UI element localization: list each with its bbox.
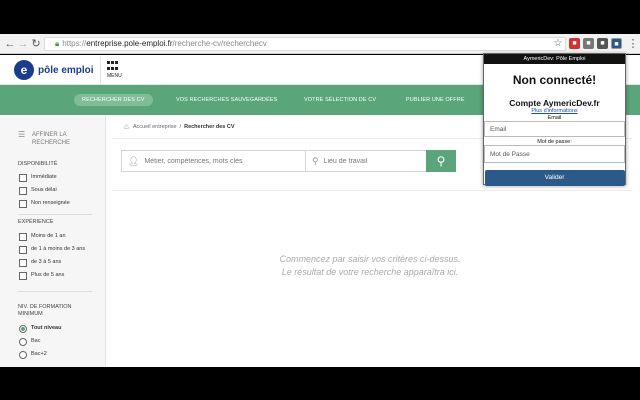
checkbox[interactable] <box>19 258 27 267</box>
section-formation: NIV. DE FORMATION MINIMUM <box>18 304 72 317</box>
checkbox[interactable] <box>19 199 27 208</box>
filter-sidebar: ☰ AFFINER LA RECHERCHE DISPONIBILITÉ Imm… <box>0 115 106 367</box>
search-form: 👤︎ ⚲ ⚲ <box>121 150 456 172</box>
nav-selection-cv[interactable]: VOTRE SÉLECTION DE CV <box>296 94 384 106</box>
extension-icon[interactable]: ■ <box>597 38 608 49</box>
url-scheme: https:// <box>62 39 87 48</box>
extension-icon-active[interactable]: ■ <box>611 38 622 49</box>
checkbox[interactable] <box>19 186 27 195</box>
checkbox[interactable] <box>19 173 27 182</box>
popup-title: AymericDev: Pôle Emploi <box>484 54 625 64</box>
radio-label: Bac <box>31 338 41 344</box>
email-field[interactable] <box>484 121 625 137</box>
filter-checkbox[interactable]: Immédiate <box>19 173 57 182</box>
home-icon: ⌂ <box>124 122 129 131</box>
filter-checkbox[interactable]: Sous délai <box>19 186 57 195</box>
sliders-icon: ☰ <box>18 130 26 139</box>
keyword-field[interactable]: 👤︎ <box>122 151 306 171</box>
radio-selected[interactable] <box>19 324 27 333</box>
checkbox-label: Plus de 5 ans <box>31 272 65 278</box>
browser-toolbar: ← → ↻ 🔒︎ https://entreprise.pole-emploi.f… <box>0 34 640 54</box>
breadcrumb: ⌂ Accueil entreprise / Rechercher des CV <box>124 122 235 132</box>
bottom-black-bar <box>0 367 640 400</box>
back-icon[interactable]: ← <box>3 37 17 51</box>
section-experience: EXPÉRIENCE <box>18 219 54 225</box>
empty-state-line: Le résultat de votre recherche apparaîtr… <box>281 267 459 277</box>
filter-heading-label: AFFINER LA RECHERCHE <box>32 132 71 146</box>
more-info-link[interactable]: Plus d'informations <box>484 108 625 115</box>
breadcrumb-home[interactable]: Accueil entreprise <box>133 122 177 132</box>
filter-checkbox[interactable]: Plus de 5 ans <box>19 271 64 280</box>
lock-icon: 🔒︎ <box>55 39 60 48</box>
filter-radio[interactable]: Bac <box>19 337 40 346</box>
nav-recherches-sauvegardees[interactable]: VOS RECHERCHES SAUVEGARDÉES <box>168 94 285 106</box>
filter-checkbox[interactable]: de 1 à moins de 3 ans <box>19 245 85 254</box>
filter-checkbox[interactable]: de 3 à 5 ans <box>19 258 61 267</box>
password-field[interactable] <box>484 145 625 163</box>
menu-label: MENU <box>107 73 122 79</box>
menu-button[interactable]: MENU <box>100 57 128 83</box>
radio[interactable] <box>19 350 27 359</box>
location-pin-icon: ⚲ <box>312 155 319 166</box>
extension-popup: AymericDev: Pôle Emploi Non connecté! Co… <box>483 53 626 186</box>
forward-icon[interactable]: → <box>16 37 30 51</box>
checkbox-label: Non renseignée <box>31 200 70 206</box>
nav-rechercher-cv[interactable]: RECHERCHER DES CV <box>74 94 153 106</box>
url-host: entreprise.pole-emploi.fr <box>86 39 173 48</box>
nav-publier-offre[interactable]: PUBLIER UNE OFFRE <box>398 94 473 106</box>
location-field[interactable]: ⚲ <box>306 151 428 171</box>
checkbox[interactable] <box>19 232 27 241</box>
star-icon[interactable]: ☆ <box>551 37 565 51</box>
filter-radio[interactable]: Tout niveau <box>19 324 61 333</box>
checkbox[interactable] <box>19 245 27 254</box>
filter-checkbox[interactable]: Moins de 1 an <box>19 232 66 241</box>
checkbox[interactable] <box>19 271 27 280</box>
extension-icon[interactable]: ■ <box>569 38 580 49</box>
submit-button[interactable]: Valider <box>484 170 625 186</box>
radio-label: Bac+2 <box>31 351 47 357</box>
checkbox-label: Immédiate <box>31 174 57 180</box>
account-heading: Compte AymericDev.fr <box>509 98 600 108</box>
url-path: /recherche-cv/recherchecv <box>172 39 267 48</box>
extension-icon[interactable]: ■ <box>583 38 594 49</box>
breadcrumb-current: Rechercher des CV <box>184 124 235 130</box>
top-black-bar <box>0 0 640 34</box>
kebab-menu-icon[interactable]: ⋮ <box>626 37 640 51</box>
breadcrumb-separator: / <box>179 124 182 130</box>
address-bar[interactable]: 🔒︎ https://entreprise.pole-emploi.fr/rech… <box>44 37 566 51</box>
logo-text: pôle emploi <box>38 64 94 76</box>
filter-radio[interactable]: Bac+2 <box>19 350 47 359</box>
logo[interactable]: e pôle emploi <box>14 59 94 81</box>
checkbox-label: Sous délai <box>31 187 57 193</box>
connection-status: Non connecté! <box>512 73 597 87</box>
keyword-input[interactable] <box>144 157 285 165</box>
empty-state-line: Commencez par saisir vos critères ci-des… <box>279 254 461 264</box>
filter-checkbox[interactable]: Non renseignée <box>19 199 70 208</box>
empty-state-message: Commencez par saisir vos critères ci-des… <box>250 253 490 279</box>
logo-mark: e <box>14 60 34 80</box>
grid-icon <box>107 61 119 71</box>
divider <box>18 214 92 215</box>
checkbox-label: de 3 à 5 ans <box>31 259 62 265</box>
checkbox-label: Moins de 1 an <box>31 233 66 239</box>
screen: ← → ↻ 🔒︎ https://entreprise.pole-emploi.f… <box>0 0 640 400</box>
divider <box>112 190 632 191</box>
section-disponibilite: DISPONIBILITÉ <box>18 161 58 167</box>
checkbox-label: de 1 à moins de 3 ans <box>31 246 86 252</box>
filter-heading[interactable]: ☰ AFFINER LA RECHERCHE <box>18 131 98 147</box>
user-icon: 👤︎ <box>128 155 140 166</box>
radio-label: Tout niveau <box>31 325 62 331</box>
divider <box>18 291 92 292</box>
reload-icon[interactable]: ↻ <box>29 37 43 51</box>
location-input[interactable] <box>323 157 424 165</box>
search-button[interactable]: ⚲ <box>426 150 456 172</box>
search-icon: ⚲ <box>436 154 446 168</box>
radio[interactable] <box>19 337 27 346</box>
